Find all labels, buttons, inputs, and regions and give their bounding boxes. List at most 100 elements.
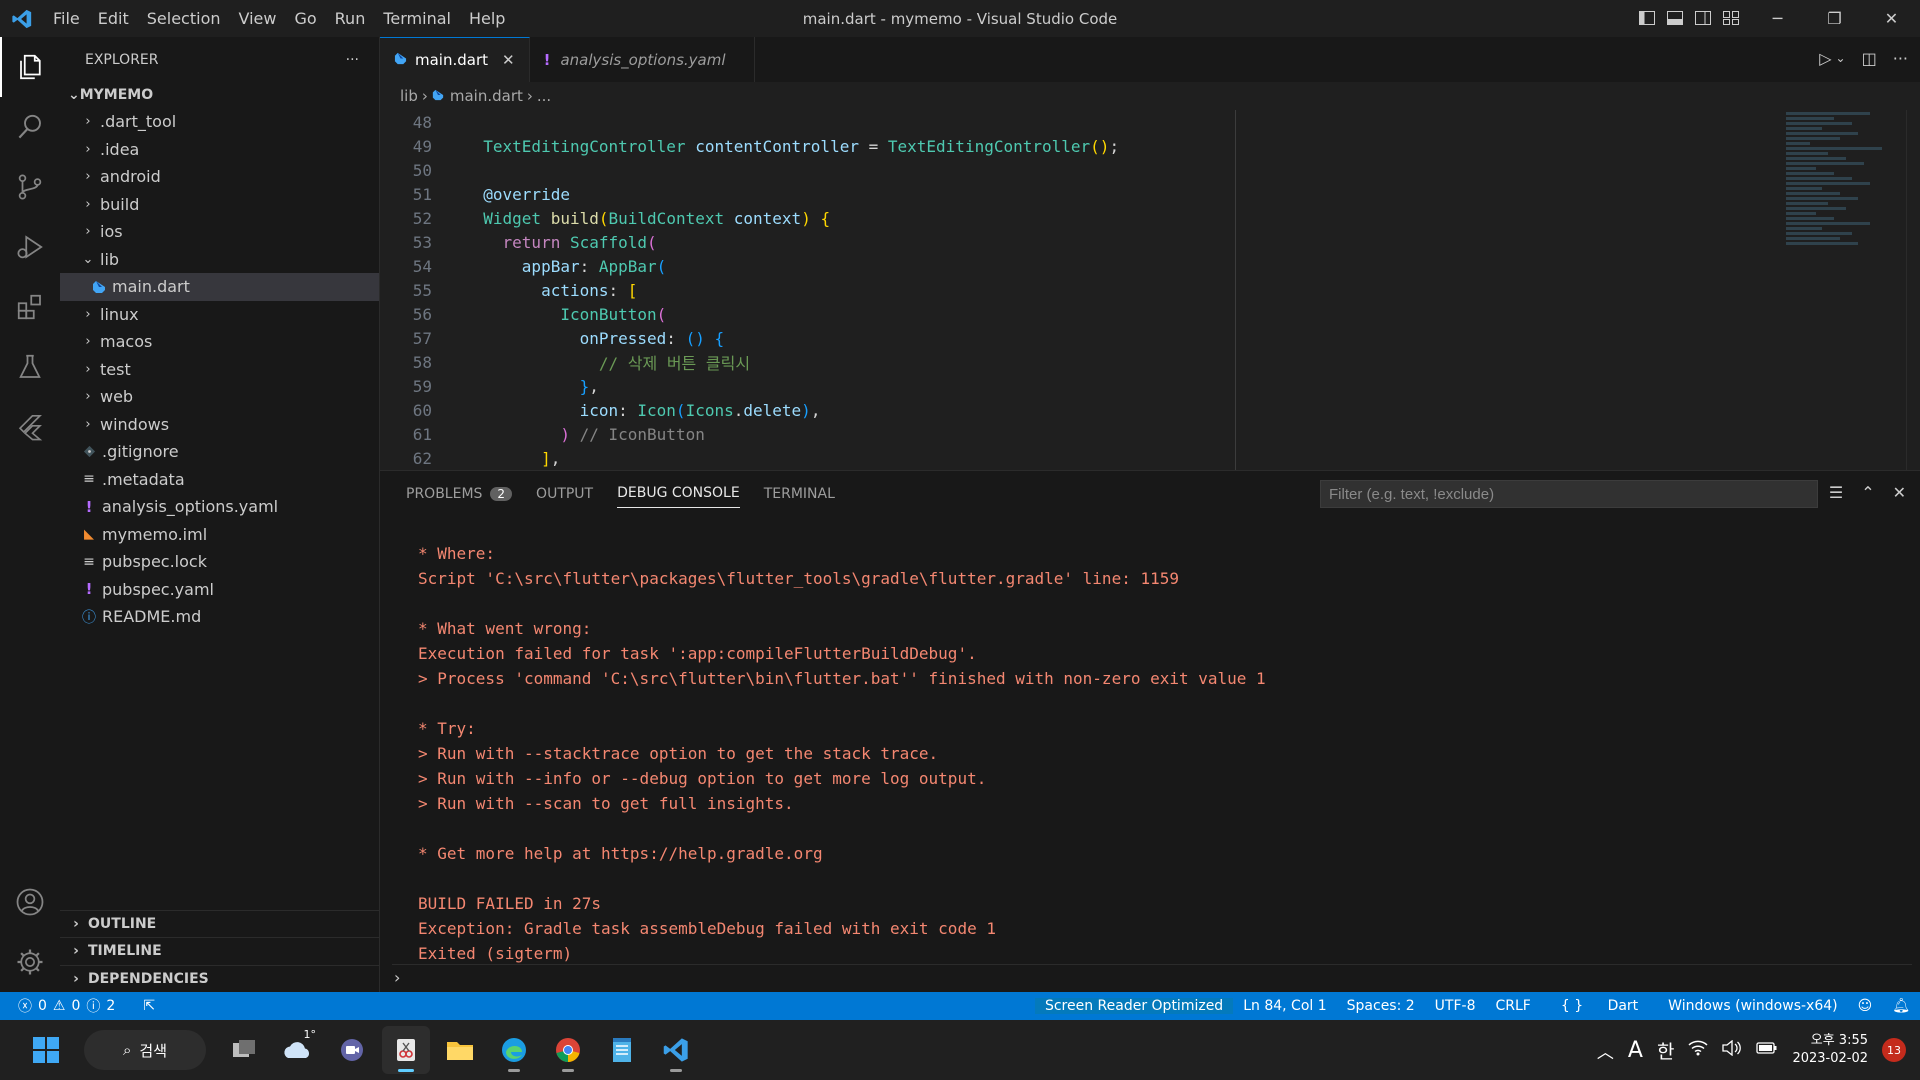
flutter-icon[interactable] (0, 397, 60, 457)
menu-help[interactable]: Help (460, 9, 514, 28)
breadcrumb-item[interactable]: main.dart (450, 87, 523, 105)
screen-reader-status[interactable]: Screen Reader Optimized (1034, 998, 1234, 1014)
section-dependencies[interactable]: › DEPENDENCIES (60, 964, 380, 993)
console-filter-input[interactable]: Filter (e.g. text, !exclude) (1320, 480, 1818, 508)
edge-browser-icon[interactable] (490, 1026, 538, 1074)
panel-tab-terminal[interactable]: TERMINAL (764, 479, 835, 508)
clear-console-icon[interactable]: ☰ (1829, 483, 1843, 502)
editor-scrollbar[interactable] (1906, 110, 1920, 470)
ime-language[interactable]: 한 (1657, 1037, 1674, 1064)
section-outline[interactable]: › OUTLINE (60, 909, 380, 938)
section-timeline[interactable]: › TIMELINE (60, 937, 380, 965)
editor-tab[interactable]: ! analysis_options.yaml (530, 37, 755, 82)
indentation[interactable]: Spaces: 2 (1337, 998, 1425, 1014)
maximize-panel-icon[interactable]: ⌃ (1861, 483, 1874, 502)
battery-icon[interactable] (1756, 1040, 1778, 1060)
language-mode[interactable]: { } Dart (1541, 998, 1658, 1014)
console-prompt[interactable]: › (392, 964, 1912, 990)
tree-folder[interactable]: › web (60, 383, 379, 411)
tree-folder[interactable]: › android (60, 163, 379, 191)
editor-tab[interactable]: main.dart ✕ (380, 37, 530, 82)
tree-file[interactable]: ≡ pubspec.lock (60, 548, 379, 576)
close-window-icon[interactable]: ✕ (1863, 0, 1920, 37)
menu-view[interactable]: View (230, 9, 286, 28)
breadcrumb-item[interactable]: lib (400, 87, 418, 105)
debug-attach-icon[interactable]: ⇱ (143, 998, 155, 1014)
menu-file[interactable]: File (44, 9, 89, 28)
source-control-icon[interactable] (0, 157, 60, 217)
chevron-down-icon[interactable]: ⌄ (1836, 51, 1846, 68)
tree-file[interactable]: ≡ .metadata (60, 466, 379, 494)
toggle-secondary-sidebar-icon[interactable] (1694, 9, 1712, 31)
project-folder[interactable]: ⌄ MYMEMO (60, 82, 379, 108)
code-editor[interactable]: 48 49 TextEditingController contentContr… (380, 110, 1920, 470)
tree-folder[interactable]: › .dart_tool (60, 108, 379, 136)
settings-gear-icon[interactable] (0, 932, 60, 992)
start-button-icon[interactable] (22, 1026, 70, 1074)
close-panel-icon[interactable]: ✕ (1893, 483, 1906, 502)
tree-folder[interactable]: › build (60, 191, 379, 219)
toggle-sidebar-icon[interactable] (1638, 9, 1656, 31)
menu-go[interactable]: Go (285, 9, 325, 28)
more-actions-icon[interactable]: ··· (1893, 49, 1908, 68)
target-platform[interactable]: Windows (windows-x64) (1658, 998, 1847, 1014)
minimize-icon[interactable]: ─ (1749, 0, 1806, 37)
tree-file[interactable]: main.dart (60, 273, 379, 301)
panel-tab-debug-console[interactable]: DEBUG CONSOLE (617, 479, 740, 508)
encoding[interactable]: UTF-8 (1425, 998, 1486, 1014)
notification-badge[interactable]: 13 (1882, 1038, 1906, 1062)
tree-folder[interactable]: › ios (60, 218, 379, 246)
explorer-icon[interactable] (0, 37, 60, 97)
task-view-icon[interactable] (220, 1026, 268, 1074)
tree-folder[interactable]: › .idea (60, 136, 379, 164)
file-explorer-icon[interactable] (436, 1026, 484, 1074)
volume-icon[interactable] (1722, 1039, 1742, 1061)
teams-chat-icon[interactable] (328, 1026, 376, 1074)
more-actions-icon[interactable]: ··· (346, 52, 359, 68)
snipping-tool-icon[interactable] (382, 1026, 430, 1074)
weather-widget-icon[interactable]: 1° (274, 1026, 322, 1074)
system-clock[interactable]: 오후 3:55 2023-02-02 (1792, 1032, 1868, 1068)
tree-folder[interactable]: › windows (60, 411, 379, 439)
breadcrumb-item[interactable]: ... (537, 87, 551, 105)
tree-folder[interactable]: › test (60, 356, 379, 384)
problems-status[interactable]: ⓧ 0 ⚠ 0 ⓘ 2 ⇱ (0, 996, 155, 1016)
run-debug-icon[interactable] (0, 217, 60, 277)
tree-folder[interactable]: › macos (60, 328, 379, 356)
customize-layout-icon[interactable] (1722, 9, 1740, 31)
feedback-icon[interactable]: ☺ (1848, 998, 1883, 1014)
run-icon[interactable]: ▷ (1819, 49, 1831, 68)
menu-terminal[interactable]: Terminal (374, 9, 460, 28)
tree-file[interactable]: ! analysis_options.yaml (60, 493, 379, 521)
search-icon[interactable] (0, 97, 60, 157)
notifications-bell-icon[interactable]: 🔔︎ (1882, 998, 1920, 1014)
split-editor-icon[interactable]: ◫ (1862, 49, 1877, 68)
accounts-icon[interactable] (0, 872, 60, 932)
restore-icon[interactable]: ❐ (1806, 0, 1863, 37)
testing-icon[interactable] (0, 337, 60, 397)
chrome-browser-icon[interactable] (544, 1026, 592, 1074)
minimap[interactable] (1786, 110, 1906, 410)
ime-mode-a[interactable]: A (1628, 1038, 1643, 1063)
chevron-up-icon[interactable]: ︿ (1597, 1038, 1614, 1063)
tree-file[interactable]: .gitignore (60, 438, 379, 466)
cursor-position[interactable]: Ln 84, Col 1 (1233, 998, 1336, 1014)
extensions-icon[interactable] (0, 277, 60, 337)
tree-folder[interactable]: › linux (60, 301, 379, 329)
menu-run[interactable]: Run (326, 9, 375, 28)
menu-edit[interactable]: Edit (89, 9, 138, 28)
close-tab-icon[interactable]: ✕ (502, 51, 515, 69)
menu-selection[interactable]: Selection (138, 9, 230, 28)
taskbar-search[interactable]: ⌕ 검색 (84, 1030, 206, 1070)
tree-file[interactable]: ⓘ README.md (60, 603, 379, 631)
panel-tab-output[interactable]: OUTPUT (536, 479, 593, 508)
tree-folder[interactable]: ⌄ lib (60, 246, 379, 274)
tree-file[interactable]: ◣ mymemo.iml (60, 521, 379, 549)
toggle-panel-icon[interactable] (1666, 9, 1684, 31)
vscode-taskbar-icon[interactable] (652, 1026, 700, 1074)
notepad-icon[interactable] (598, 1026, 646, 1074)
panel-tab-problems[interactable]: PROBLEMS 2 (406, 479, 513, 508)
end-of-line[interactable]: CRLF (1485, 998, 1540, 1014)
wifi-icon[interactable] (1688, 1040, 1708, 1061)
tree-file[interactable]: ! pubspec.yaml (60, 576, 379, 604)
